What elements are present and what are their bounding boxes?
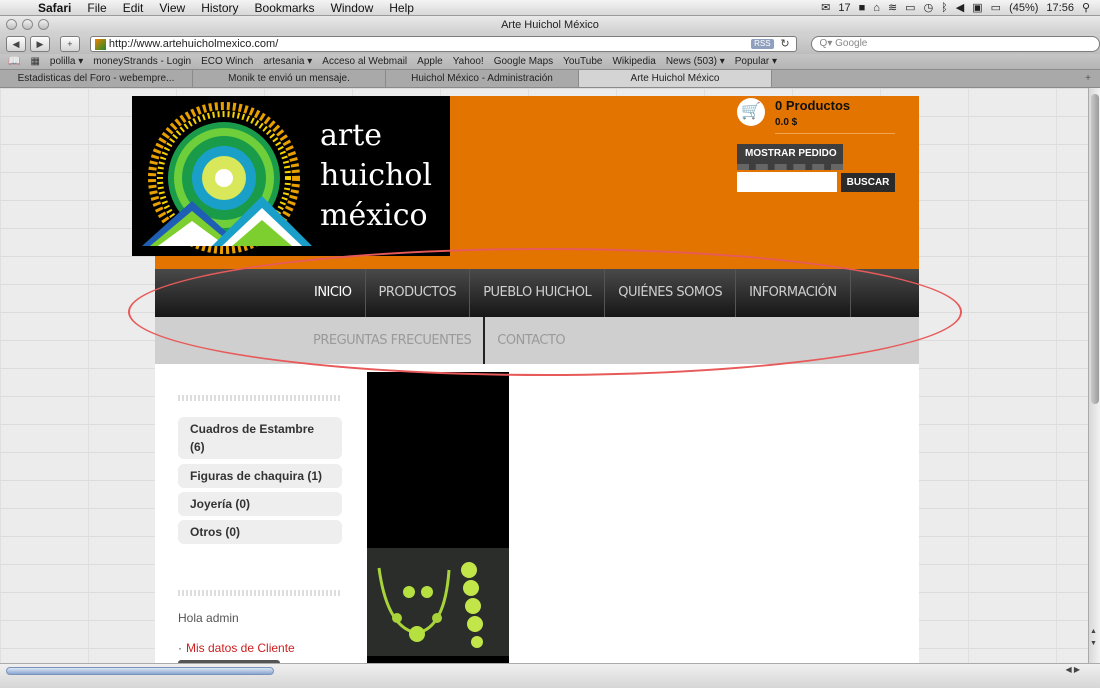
menu-view[interactable]: View xyxy=(151,1,193,15)
mail-icon[interactable]: ✉ xyxy=(821,1,830,14)
show-order-button[interactable]: MOSTRAR PEDIDO xyxy=(737,144,843,170)
bookmark-item[interactable]: YouTube xyxy=(563,56,602,67)
window-title: Arte Huichol México xyxy=(501,19,599,31)
bookmark-item[interactable]: Apple xyxy=(417,56,443,67)
tab-monik[interactable]: Monik te envió un mensaje. xyxy=(193,70,386,87)
status-number[interactable]: 17 xyxy=(838,2,850,14)
volume-icon[interactable]: ◀ xyxy=(956,1,964,14)
wifi-icon[interactable]: ≋ xyxy=(888,1,897,14)
beaded-jewelry-image xyxy=(367,548,509,656)
bookmark-item[interactable]: moneyStrands - Login xyxy=(93,56,191,67)
category-otros[interactable]: Otros (0) xyxy=(178,520,342,544)
new-tab-button[interactable]: + xyxy=(1076,70,1100,87)
logo-line: huichol xyxy=(320,158,433,193)
minimize-window-button[interactable] xyxy=(22,19,33,30)
rss-button[interactable]: RSS xyxy=(751,39,774,49)
jewelry-product-image[interactable] xyxy=(367,548,509,656)
annotation-ellipse xyxy=(128,248,962,376)
back-button[interactable]: ◀ xyxy=(6,36,26,52)
bookmark-item[interactable]: artesania ▾ xyxy=(263,56,312,67)
my-data-link[interactable]: · Mis datos de Cliente xyxy=(178,641,295,655)
menu-bookmarks[interactable]: Bookmarks xyxy=(247,1,323,15)
product-image-placeholder[interactable] xyxy=(367,372,509,548)
add-bookmark-button[interactable]: + xyxy=(59,36,80,52)
window-titlebar: Arte Huichol México xyxy=(0,16,1100,34)
folder-icon[interactable]: ■ xyxy=(859,2,866,14)
url-bar[interactable]: http://www.artehuicholmexico.com/ RSS ↻ xyxy=(89,36,797,52)
vertical-scrollbar[interactable]: ▲ ▼ xyxy=(1088,88,1100,663)
cart-icon[interactable]: 🛒 xyxy=(737,98,765,126)
grid-icon[interactable]: ▦ xyxy=(30,56,39,67)
sidebar-divider xyxy=(178,590,342,596)
menu-help[interactable]: Help xyxy=(381,1,422,15)
image-frame-bottom xyxy=(367,656,509,663)
bookmark-item[interactable]: Wikipedia xyxy=(612,56,655,67)
tab-foro[interactable]: Estadisticas del Foro - webempre... xyxy=(0,70,193,87)
menu-history[interactable]: History xyxy=(193,1,246,15)
browser-toolbar: ◀ ▶ + http://www.artehuicholmexico.com/ … xyxy=(0,34,1100,54)
page-viewport: arte huichol méxico 🛒 0 Productos 0.0 $ … xyxy=(0,88,1088,663)
bookmark-item[interactable]: ECO Winch xyxy=(201,56,253,67)
tab-admin[interactable]: Huichol México - Administración xyxy=(386,70,579,87)
sidebar-divider xyxy=(178,395,342,401)
logo-line: arte xyxy=(320,118,383,153)
tab-bar: Estadisticas del Foro - webempre... Moni… xyxy=(0,70,1100,88)
status-area: ✉ 17 ■ ⌂ ≋ ▭ ◷ ᛒ ◀ ▣ ▭ (45%) 17:56 ⚲ xyxy=(821,1,1100,15)
bluetooth-icon[interactable]: ᛒ xyxy=(941,2,948,14)
cart-total: 0.0 $ xyxy=(775,117,798,128)
time-machine-icon[interactable]: ◷ xyxy=(924,1,934,14)
close-window-button[interactable] xyxy=(6,19,17,30)
zoom-window-button[interactable] xyxy=(38,19,49,30)
bookmark-item[interactable]: Acceso al Webmail xyxy=(322,56,407,67)
bookmark-item[interactable]: Google Maps xyxy=(494,56,553,67)
logo-text: arte huichol méxico xyxy=(320,116,432,236)
bookmark-item[interactable]: News (503) ▾ xyxy=(666,56,725,67)
bookmarks-bar: 📖 ▦ polilla ▾ moneyStrands - Login ECO W… xyxy=(0,54,1100,70)
horizontal-scroll-thumb[interactable] xyxy=(6,667,274,675)
search-button[interactable]: BUSCAR xyxy=(841,173,895,192)
search-field[interactable]: Q▾ Google xyxy=(810,36,1100,52)
url-text[interactable]: http://www.artehuicholmexico.com/ xyxy=(109,38,278,50)
spotlight-icon[interactable]: ⚲ xyxy=(1082,1,1090,14)
horizontal-scrollbar[interactable]: ◀ ▶ xyxy=(0,663,1100,688)
forward-button[interactable]: ▶ xyxy=(29,36,50,52)
category-joyeria[interactable]: Joyería (0) xyxy=(178,492,342,516)
bookmark-item[interactable]: Yahoo! xyxy=(453,56,484,67)
divider xyxy=(775,133,895,134)
scroll-up-arrow-icon[interactable]: ▲ xyxy=(1090,628,1097,635)
bank-icon[interactable]: ⌂ xyxy=(873,2,880,14)
tab-arte-huichol[interactable]: Arte Huichol México xyxy=(579,70,772,87)
open-book-icon[interactable]: 📖 xyxy=(8,56,20,67)
category-cuadros-de-estambre[interactable]: Cuadros de Estambre (6) xyxy=(178,417,342,459)
reload-icon[interactable]: ↻ xyxy=(780,37,789,50)
category-figuras-de-chaquira[interactable]: Figuras de chaquira (1) xyxy=(178,464,342,488)
bookmark-item[interactable]: polilla ▾ xyxy=(50,56,83,67)
window-controls xyxy=(6,19,49,30)
system-menubar: Safari File Edit View History Bookmarks … xyxy=(0,0,1100,16)
greeting-text: Hola admin xyxy=(178,611,239,625)
menu-app[interactable]: Safari xyxy=(30,1,79,15)
input-menu-icon[interactable]: ▣ xyxy=(972,1,982,14)
menu-file[interactable]: File xyxy=(79,1,114,15)
scroll-down-arrow-icon[interactable]: ▼ xyxy=(1090,640,1097,647)
horizontal-scroll-arrows-icon[interactable]: ◀ ▶ xyxy=(1065,665,1080,674)
bookmark-item[interactable]: Popular ▾ xyxy=(735,56,777,67)
cart-count[interactable]: 0 Productos xyxy=(775,98,850,113)
site-favicon-icon xyxy=(94,38,106,50)
menu-window[interactable]: Window xyxy=(323,1,382,15)
site-search-input[interactable] xyxy=(737,172,837,192)
clock[interactable]: 17:56 xyxy=(1046,2,1074,14)
battery-level: (45%) xyxy=(1009,1,1039,14)
battery-icon[interactable]: ▭ xyxy=(991,1,1001,14)
vertical-scroll-thumb[interactable] xyxy=(1091,94,1099,404)
bullet-icon: · xyxy=(178,641,182,655)
display-icon[interactable]: ▭ xyxy=(905,1,915,14)
logo-line: méxico xyxy=(320,198,428,233)
menu-edit[interactable]: Edit xyxy=(115,1,152,15)
site-logo[interactable]: arte huichol méxico xyxy=(132,96,450,256)
my-data-label[interactable]: Mis datos de Cliente xyxy=(186,641,295,655)
